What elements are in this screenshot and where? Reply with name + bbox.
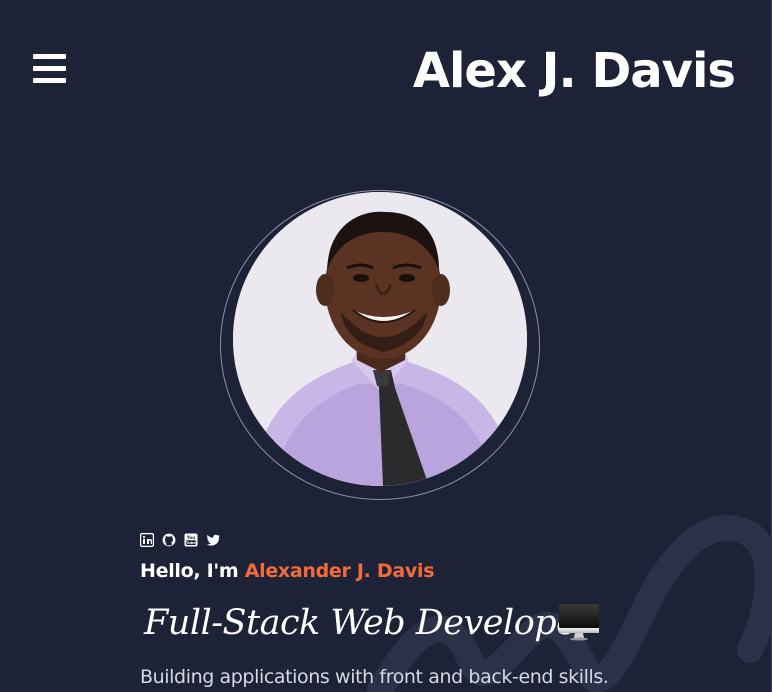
avatar-portrait	[233, 192, 527, 486]
social-links: You Tube	[140, 533, 220, 547]
role-title: Full-Stack Web Developer	[144, 603, 593, 643]
hero-name: Alexander J. Davis	[244, 560, 435, 582]
site-title[interactable]: Alex J. Davis	[413, 36, 736, 106]
twitter-icon[interactable]	[206, 533, 220, 547]
greeting-text: Hello, I'm	[140, 560, 239, 582]
hamburger-menu-icon[interactable]	[33, 53, 67, 85]
greeting-line: Hello, I'm Alexander J. Davis	[140, 558, 435, 584]
youtube-icon[interactable]: You Tube	[184, 533, 198, 547]
svg-text:Tube: Tube	[186, 540, 197, 545]
desktop-monitor-icon	[559, 604, 599, 641]
page: Alex J. Davis You Tube Hello, I'm Alexan…	[0, 0, 772, 692]
linkedin-icon[interactable]	[140, 533, 154, 547]
avatar	[233, 192, 527, 486]
tagline: Building applications with front and bac…	[140, 666, 609, 688]
github-icon[interactable]	[162, 533, 176, 547]
